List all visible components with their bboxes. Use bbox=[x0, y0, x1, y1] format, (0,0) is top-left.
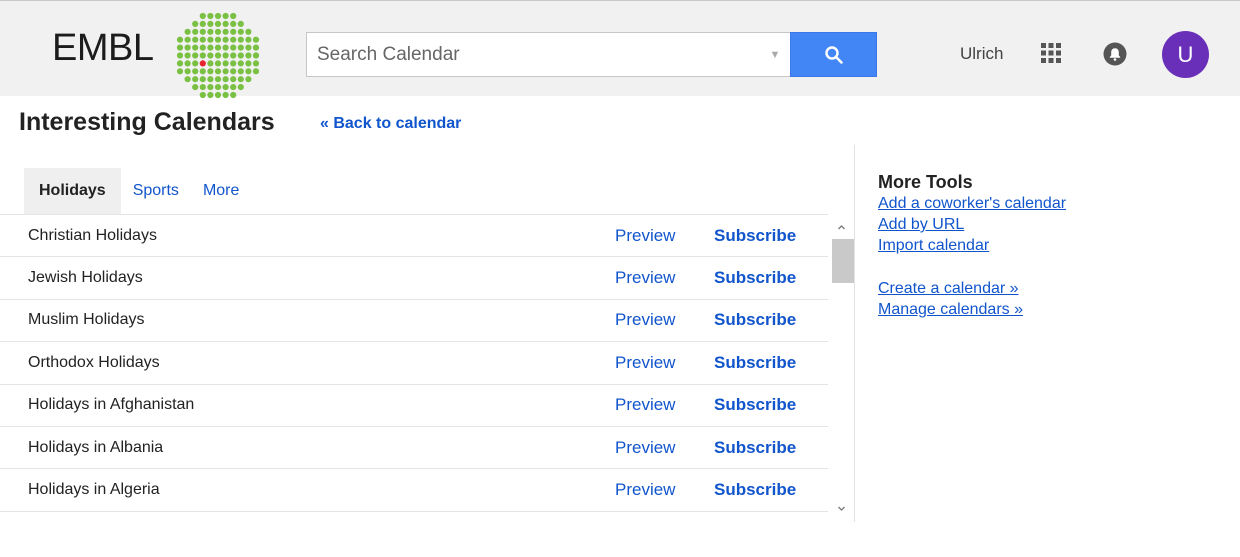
calendar-name: Christian Holidays bbox=[28, 226, 157, 244]
list-item: Holidays in Afghanistan Preview Subscrib… bbox=[0, 385, 828, 427]
add-by-url-link[interactable]: Add by URL bbox=[878, 214, 1066, 235]
subscribe-link[interactable]: Subscribe bbox=[714, 268, 796, 288]
tab-more[interactable]: More bbox=[191, 168, 251, 214]
avatar[interactable]: U bbox=[1162, 31, 1209, 78]
list-item: Holidays in Algeria Preview Subscribe bbox=[0, 469, 828, 512]
list-item: Muslim Holidays Preview Subscribe bbox=[0, 300, 828, 343]
calendar-name: Holidays in Afghanistan bbox=[28, 396, 195, 414]
manage-calendars-link[interactable]: Manage calendars » bbox=[878, 299, 1066, 320]
scrollbar-thumb[interactable] bbox=[832, 239, 854, 283]
chevron-down-icon[interactable] bbox=[830, 502, 853, 516]
embl-logo-icon bbox=[176, 12, 260, 99]
calendar-name: Muslim Holidays bbox=[28, 311, 145, 329]
search-icon bbox=[824, 45, 843, 64]
subscribe-link[interactable]: Subscribe bbox=[714, 226, 796, 246]
subscribe-link[interactable]: Subscribe bbox=[714, 438, 796, 458]
subscribe-link[interactable]: Subscribe bbox=[714, 310, 796, 330]
preview-link[interactable]: Preview bbox=[615, 395, 675, 415]
top-bar: EMBL ▼ Ulrich U bbox=[0, 0, 1240, 99]
more-tools-title: More Tools bbox=[878, 172, 973, 192]
preview-link[interactable]: Preview bbox=[615, 353, 675, 373]
tab-holidays[interactable]: Holidays bbox=[24, 168, 121, 214]
more-tools-panel: More Tools Add a coworker's calendar Add… bbox=[878, 172, 1066, 320]
preview-link[interactable]: Preview bbox=[615, 226, 675, 246]
search-input[interactable] bbox=[307, 42, 760, 67]
subscribe-link[interactable]: Subscribe bbox=[714, 353, 796, 373]
list-item: Christian Holidays Preview Subscribe bbox=[0, 215, 828, 258]
calendar-name: Holidays in Albania bbox=[28, 438, 164, 456]
calendar-list: Christian Holidays Preview Subscribe Jew… bbox=[0, 215, 828, 512]
apps-grid-icon[interactable] bbox=[1040, 42, 1062, 64]
subscribe-link[interactable]: Subscribe bbox=[714, 395, 796, 415]
chevron-up-icon[interactable] bbox=[830, 220, 853, 234]
calendar-category-tabs: Holidays Sports More bbox=[24, 168, 251, 214]
bell-icon[interactable] bbox=[1103, 42, 1127, 66]
preview-link[interactable]: Preview bbox=[615, 480, 675, 500]
calendar-name: Jewish Holidays bbox=[28, 269, 143, 287]
tab-sports[interactable]: Sports bbox=[121, 168, 191, 214]
list-item: Orthodox Holidays Preview Subscribe bbox=[0, 342, 828, 385]
list-item: Jewish Holidays Preview Subscribe bbox=[0, 257, 828, 300]
search-field[interactable]: ▼ bbox=[306, 32, 790, 77]
search-button[interactable] bbox=[790, 32, 877, 77]
back-to-calendar-link[interactable]: « Back to calendar bbox=[320, 115, 461, 133]
preview-link[interactable]: Preview bbox=[615, 438, 675, 458]
import-calendar-link[interactable]: Import calendar bbox=[878, 235, 1066, 256]
list-scrollbar[interactable] bbox=[830, 215, 854, 521]
user-name[interactable]: Ulrich bbox=[960, 44, 1003, 64]
preview-link[interactable]: Preview bbox=[615, 310, 675, 330]
embl-logo-text: EMBL bbox=[52, 27, 154, 69]
sidebar-divider bbox=[854, 145, 855, 522]
calendar-name: Holidays in Algeria bbox=[28, 481, 160, 499]
calendar-name: Orthodox Holidays bbox=[28, 353, 160, 371]
subscribe-link[interactable]: Subscribe bbox=[714, 480, 796, 500]
create-calendar-link[interactable]: Create a calendar » bbox=[878, 278, 1066, 299]
add-coworker-calendar-link[interactable]: Add a coworker's calendar bbox=[878, 193, 1066, 214]
list-item: Holidays in Albania Preview Subscribe bbox=[0, 427, 828, 470]
page-title: Interesting Calendars bbox=[19, 108, 275, 136]
chevron-down-icon[interactable]: ▼ bbox=[760, 49, 790, 61]
preview-link[interactable]: Preview bbox=[615, 268, 675, 288]
